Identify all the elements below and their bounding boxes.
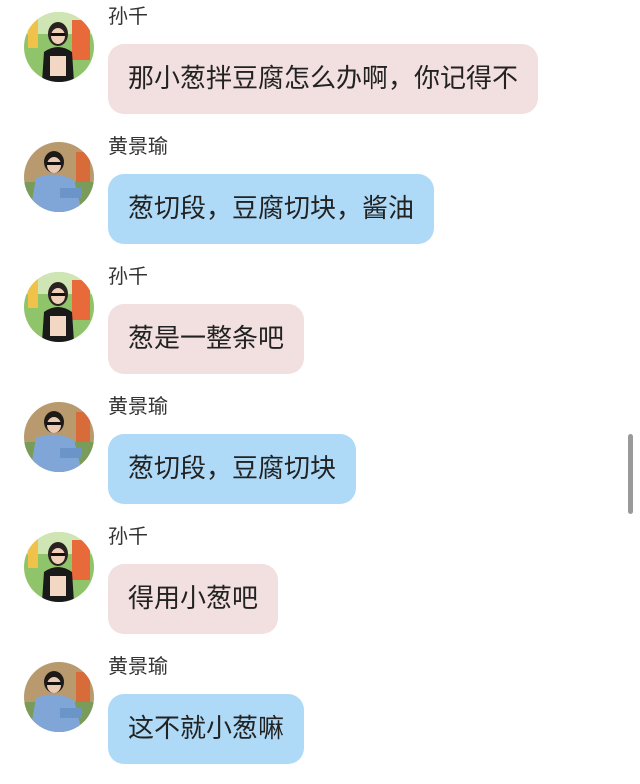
huangjingyu-avatar[interactable] xyxy=(24,662,94,732)
message-bubble[interactable]: 葱切段，豆腐切块 xyxy=(108,434,357,504)
huangjingyu-avatar[interactable] xyxy=(24,142,94,212)
sender-name: 孙千 xyxy=(108,4,148,28)
sender-name: 黄景瑜 xyxy=(108,654,168,678)
chat-message: 黄景瑜 葱切段，豆腐切块 xyxy=(0,394,620,524)
chat-message: 黄景瑜 葱切段，豆腐切块，酱油 xyxy=(0,134,620,264)
sender-name: 黄景瑜 xyxy=(108,134,168,158)
sender-name: 孙千 xyxy=(108,264,148,288)
sender-name: 孙千 xyxy=(108,524,148,548)
chat-message: 黄景瑜 这不就小葱嘛 xyxy=(0,654,620,784)
huangjingyu-avatar[interactable] xyxy=(24,402,94,472)
sunqian-avatar[interactable] xyxy=(24,532,94,602)
message-bubble[interactable]: 得用小葱吧 xyxy=(108,564,279,634)
chat-message: 孙千 那小葱拌豆腐怎么办啊，你记得不 xyxy=(0,4,620,134)
message-bubble[interactable]: 那小葱拌豆腐怎么办啊，你记得不 xyxy=(108,44,539,114)
message-bubble[interactable]: 葱是一整条吧 xyxy=(108,304,305,374)
sender-name: 黄景瑜 xyxy=(108,394,168,418)
sunqian-avatar[interactable] xyxy=(24,272,94,342)
message-bubble[interactable]: 这不就小葱嘛 xyxy=(108,694,305,764)
chat-container: 孙千 那小葱拌豆腐怎么办啊，你记得不 黄景瑜 葱切段，豆腐切块，酱油 孙千 葱是… xyxy=(0,0,640,784)
sunqian-avatar[interactable] xyxy=(24,12,94,82)
chat-message: 孙千 得用小葱吧 xyxy=(0,524,620,654)
message-bubble[interactable]: 葱切段，豆腐切块，酱油 xyxy=(108,174,435,244)
chat-message: 孙千 葱是一整条吧 xyxy=(0,264,620,394)
scrollbar[interactable] xyxy=(628,434,633,514)
